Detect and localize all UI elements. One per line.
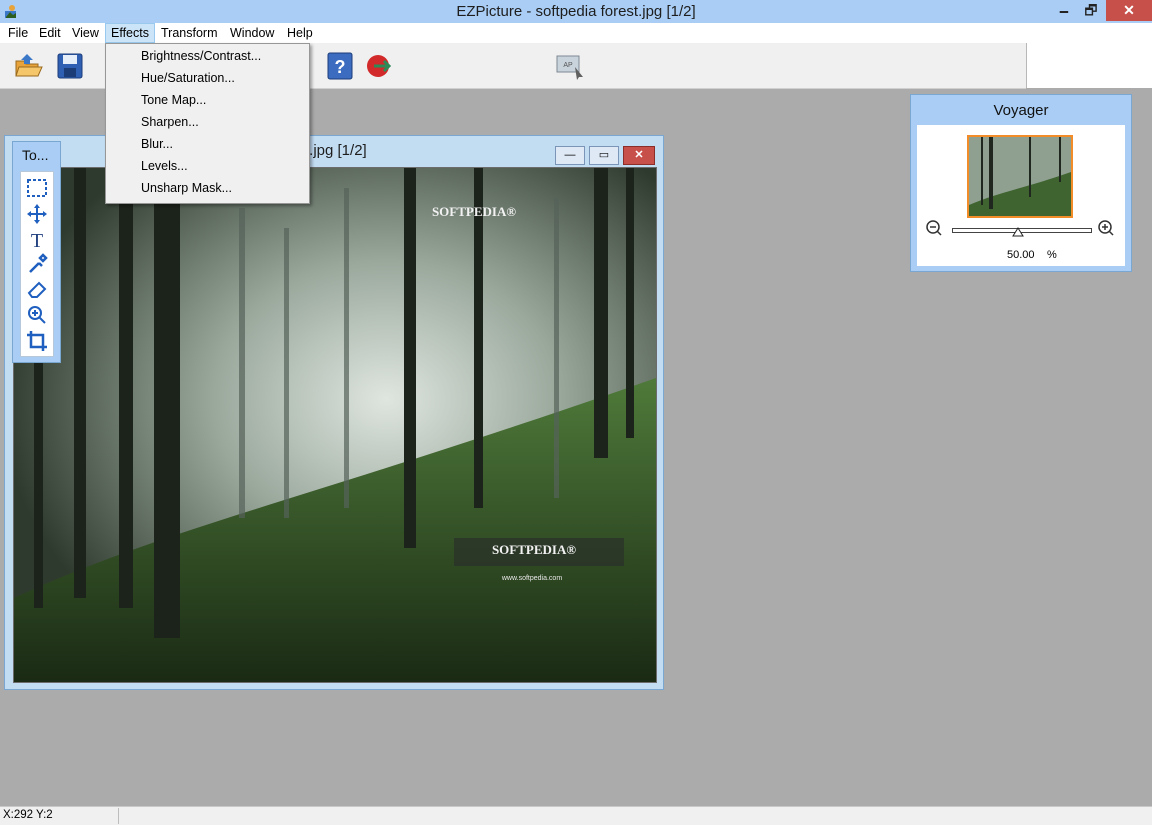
document-title: t.jpg [1/2] xyxy=(305,142,367,159)
menu-edit[interactable]: Edit xyxy=(34,23,66,43)
menu-bar: File Edit View Effects Transform Window … xyxy=(0,23,1152,43)
zoom-unit: % xyxy=(1047,249,1057,261)
tools-title: To... xyxy=(22,147,49,163)
watermark-url: www.softpedia.com xyxy=(501,575,562,582)
document-window[interactable]: t.jpg [1/2] — ▭ ✕ SOFTPEDIA® SOFTPEDIA® … xyxy=(4,135,664,690)
document-close-button[interactable]: ✕ xyxy=(623,146,655,165)
forest-image: SOFTPEDIA® SOFTPEDIA® www.softpedia.com xyxy=(14,168,656,682)
menu-item-brightness-contrast[interactable]: Brightness/Contrast... xyxy=(108,45,305,67)
zoom-icon[interactable] xyxy=(25,303,49,327)
voyager-thumbnail[interactable] xyxy=(967,135,1073,218)
text-icon[interactable]: T xyxy=(25,227,49,251)
zoom-out-icon[interactable] xyxy=(925,219,943,237)
rectangle-select-icon[interactable] xyxy=(25,176,49,200)
tools-body: T xyxy=(20,171,54,357)
document-minimize-button[interactable]: — xyxy=(555,146,585,165)
web-icon[interactable] xyxy=(364,51,394,81)
document-maximize-button[interactable]: ▭ xyxy=(589,146,619,165)
menu-file[interactable]: File xyxy=(3,23,33,43)
help-icon[interactable]: ? xyxy=(325,51,355,81)
menu-window[interactable]: Window xyxy=(225,23,279,43)
menu-view[interactable]: View xyxy=(67,23,104,43)
title-bar: EZPicture - softpedia forest.jpg [1/2] 🗕… xyxy=(0,0,1152,23)
close-button[interactable]: ✕ xyxy=(1106,0,1152,21)
effects-menu: Brightness/Contrast... Hue/Saturation...… xyxy=(105,43,310,204)
cursor-coordinates: X:292 Y:2 xyxy=(3,809,53,821)
menu-item-hue-saturation[interactable]: Hue/Saturation... xyxy=(108,67,305,89)
screen-capture-icon[interactable]: AP xyxy=(555,51,585,81)
move-icon[interactable] xyxy=(25,202,49,226)
menu-effects[interactable]: Effects xyxy=(105,23,155,43)
svg-text:AP: AP xyxy=(563,62,573,69)
minimize-button[interactable]: 🗕 xyxy=(1050,0,1078,21)
svg-text:T: T xyxy=(31,230,43,251)
status-separator xyxy=(118,808,119,824)
toolbar-spacer xyxy=(1026,43,1152,88)
menu-item-levels[interactable]: Levels... xyxy=(108,155,305,177)
save-icon[interactable] xyxy=(55,51,85,81)
window-title: EZPicture - softpedia forest.jpg [1/2] xyxy=(456,3,696,20)
watermark-top: SOFTPEDIA® xyxy=(432,204,516,219)
status-bar: X:292 Y:2 xyxy=(0,806,1152,825)
zoom-slider-thumb[interactable] xyxy=(1012,227,1024,237)
voyager-body: 50.00 % xyxy=(917,125,1125,266)
menu-item-sharpen[interactable]: Sharpen... xyxy=(108,111,305,133)
image-canvas[interactable]: SOFTPEDIA® SOFTPEDIA® www.softpedia.com xyxy=(13,167,657,683)
maximize-button[interactable]: 🗗 xyxy=(1078,0,1104,21)
eraser-icon[interactable] xyxy=(25,277,49,301)
voyager-title: Voyager xyxy=(993,102,1049,119)
svg-text:?: ? xyxy=(335,57,346,77)
menu-transform[interactable]: Transform xyxy=(156,23,223,43)
menu-item-unsharp-mask[interactable]: Unsharp Mask... xyxy=(108,177,305,199)
watermark-bottom: SOFTPEDIA® xyxy=(492,542,576,557)
open-icon[interactable] xyxy=(13,51,43,81)
crop-icon[interactable] xyxy=(25,329,49,353)
menu-item-tone-map[interactable]: Tone Map... xyxy=(108,89,305,111)
menu-help[interactable]: Help xyxy=(282,23,318,43)
voyager-panel[interactable]: Voyager 50.00 % xyxy=(910,94,1132,272)
tools-palette[interactable]: To... T xyxy=(12,141,61,363)
zoom-in-icon[interactable] xyxy=(1097,219,1115,237)
menu-item-blur[interactable]: Blur... xyxy=(108,133,305,155)
zoom-value: 50.00 xyxy=(1007,249,1035,261)
eyedropper-icon[interactable] xyxy=(25,252,49,276)
